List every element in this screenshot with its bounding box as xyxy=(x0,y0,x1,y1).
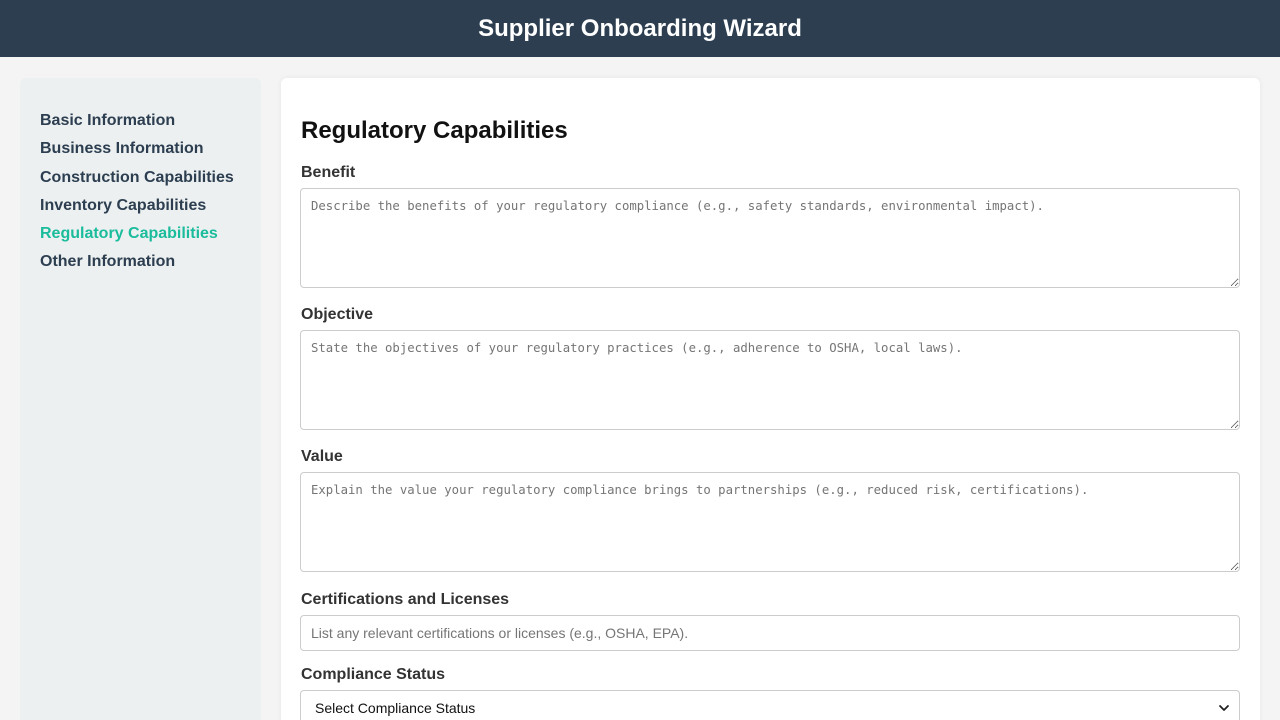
app-header: Supplier Onboarding Wizard xyxy=(0,0,1280,57)
compliance-status-selected-value: Select Compliance Status xyxy=(315,700,476,716)
sidebar: Basic Information Business Information C… xyxy=(20,78,261,720)
sidebar-item-inventory-capabilities[interactable]: Inventory Capabilities xyxy=(40,196,241,215)
sidebar-item-business-information[interactable]: Business Information xyxy=(40,139,241,158)
form-panel: Regulatory Capabilities Benefit Objectiv… xyxy=(281,78,1260,720)
sidebar-item-regulatory-capabilities[interactable]: Regulatory Capabilities xyxy=(40,224,241,243)
chevron-down-icon xyxy=(1219,705,1229,711)
sidebar-item-basic-information[interactable]: Basic Information xyxy=(40,111,241,130)
sidebar-item-construction-capabilities[interactable]: Construction Capabilities xyxy=(40,168,241,187)
page-title: Supplier Onboarding Wizard xyxy=(478,14,802,42)
compliance-status-label: Compliance Status xyxy=(301,666,446,683)
objective-label: Objective xyxy=(301,306,374,323)
benefit-label: Benefit xyxy=(301,164,356,181)
compliance-status-select[interactable]: Select Compliance Status xyxy=(300,690,1240,720)
certifications-input[interactable] xyxy=(300,615,1240,651)
sidebar-item-other-information[interactable]: Other Information xyxy=(40,252,241,271)
section-title: Regulatory Capabilities xyxy=(301,117,568,144)
value-textarea[interactable] xyxy=(300,472,1240,572)
objective-textarea[interactable] xyxy=(300,330,1240,430)
value-label: Value xyxy=(301,448,343,465)
benefit-textarea[interactable] xyxy=(300,188,1240,288)
certifications-label: Certifications and Licenses xyxy=(301,591,510,608)
